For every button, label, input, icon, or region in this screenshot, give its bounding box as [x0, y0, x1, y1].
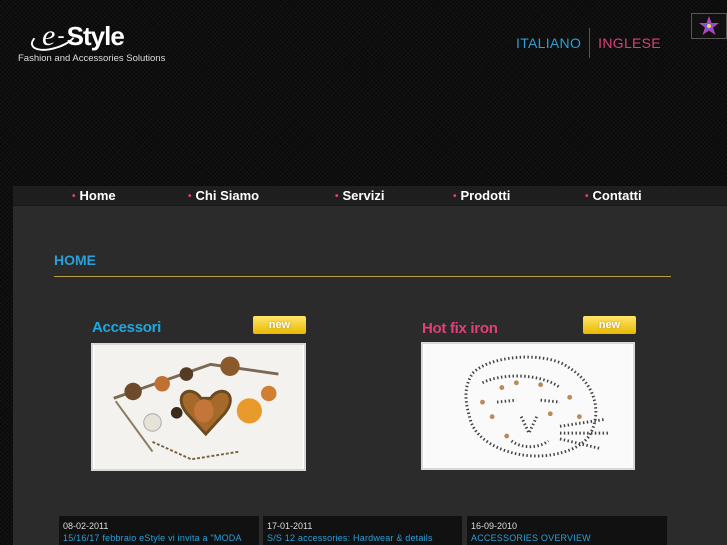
nav-item-label: Servizi	[342, 188, 385, 203]
news-item[interactable]: 08-02-2011 15/16/17 febbraio eStyle vi i…	[59, 516, 259, 545]
nav-item-chi-siamo[interactable]: • Chi Siamo	[188, 188, 259, 203]
new-badge: new	[583, 316, 636, 334]
news-date: 16-09-2010	[471, 521, 518, 531]
nav-item-label: Contatti	[592, 188, 642, 203]
nav-bullet: •	[335, 191, 339, 202]
nav-bullet: •	[188, 191, 192, 202]
rhinestone-leopard-photo	[424, 344, 632, 468]
main-panel: • Home • Chi Siamo • Servizi • Prodotti • Con…	[13, 186, 727, 545]
product-title-accessori[interactable]: Accessori	[92, 319, 161, 336]
nav-item-label: Chi Siamo	[195, 188, 260, 203]
nav-bullet: •	[585, 191, 589, 202]
nav-bullet: •	[72, 191, 76, 202]
jewelry-charms-photo	[94, 345, 303, 469]
nav-item-label: Prodotti	[460, 188, 511, 203]
title-divider	[54, 276, 671, 277]
logo-mark: e - Style	[18, 20, 188, 52]
news-link[interactable]: 15/16/17 febbraio eStyle vi invita a "MO…	[63, 532, 255, 544]
page-title: HOME	[54, 252, 96, 268]
main-nav: • Home • Chi Siamo • Servizi • Prodotti • Con…	[13, 186, 727, 206]
new-badge: new	[253, 316, 306, 334]
nav-item-contatti[interactable]: • Contatti	[585, 188, 642, 203]
star-flower-icon	[699, 16, 719, 35]
nav-bullet: •	[453, 191, 457, 202]
star-flower-button[interactable]	[691, 13, 727, 39]
nav-item-servizi[interactable]: • Servizi	[335, 188, 384, 203]
news-item[interactable]: 16-09-2010 ACCESSORIES OVERVIEW	[467, 516, 667, 545]
language-italian-link[interactable]: ITALIANO	[510, 29, 589, 57]
hot-fix-iron-image[interactable]	[421, 342, 635, 470]
logo-tagline: Fashion and Accessories Solutions	[18, 53, 166, 64]
news-item[interactable]: 17-01-2011 S/S 12 accessories: Hardwear …	[263, 516, 462, 545]
news-link[interactable]: S/S 12 accessories: Hardwear & details	[267, 532, 458, 544]
product-title-hot-fix-iron[interactable]: Hot fix iron	[422, 320, 498, 337]
accessori-image[interactable]	[91, 343, 306, 471]
news-link[interactable]: ACCESSORIES OVERVIEW	[471, 532, 663, 544]
news-date: 17-01-2011	[267, 521, 313, 531]
nav-item-label: Home	[79, 188, 116, 203]
logo[interactable]: e - Style Fashion and Accessories Soluti…	[18, 20, 188, 65]
language-switcher: ITALIANO INGLESE	[510, 28, 667, 58]
news-date: 08-02-2011	[63, 521, 109, 531]
language-english-link[interactable]: INGLESE	[590, 29, 667, 57]
logo-e-letter: e	[42, 19, 56, 52]
nav-item-prodotti[interactable]: • Prodotti	[453, 188, 510, 203]
nav-item-home[interactable]: • Home	[72, 188, 116, 203]
